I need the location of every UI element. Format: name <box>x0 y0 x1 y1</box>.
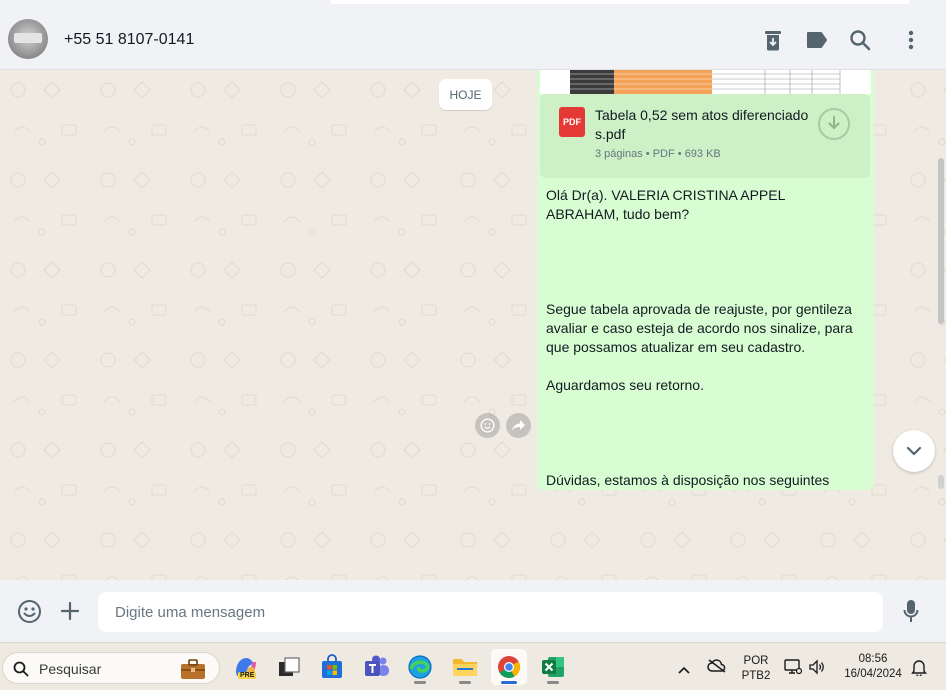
date-divider: HOJE <box>439 79 492 110</box>
label-icon[interactable] <box>804 27 830 53</box>
archive-icon[interactable] <box>760 27 786 53</box>
taskbar-file-explorer[interactable] <box>447 649 483 685</box>
cloud-off-icon <box>707 659 726 673</box>
edge-icon <box>408 655 432 679</box>
onedrive-offline-button[interactable] <box>707 658 727 679</box>
taskbar-teams[interactable] <box>359 649 395 685</box>
language-code: POR <box>743 655 769 667</box>
document-file-name: Tabela 0,52 sem atos diferenciado s.pdf <box>595 107 809 142</box>
message-text-greeting: Olá Dr(a). VALERIA CRISTINA APPEL ABRAHA… <box>546 187 785 222</box>
download-button[interactable] <box>818 108 850 140</box>
briefcase-icon <box>181 659 205 679</box>
window-top-strip <box>0 0 946 10</box>
document-pages: 3 páginas <box>595 148 643 160</box>
chat-scrollbar-thumb[interactable] <box>938 158 944 324</box>
microphone-icon <box>903 600 919 622</box>
message-text-table: Segue tabela aprovada de reajuste, por g… <box>546 301 853 355</box>
voice-message-button[interactable] <box>898 598 924 624</box>
teams-icon <box>365 655 389 676</box>
taskbar-copilot[interactable]: PRE <box>227 649 263 685</box>
chevron-up-icon <box>678 666 690 674</box>
bell-icon <box>911 660 927 678</box>
document-type: PDF <box>652 148 675 160</box>
emoji-button[interactable] <box>16 598 42 624</box>
excel-icon <box>542 657 564 677</box>
react-button[interactable] <box>475 413 500 438</box>
forward-icon <box>512 420 525 431</box>
taskbar-chrome[interactable] <box>491 649 527 685</box>
copilot-preview-badge: PRE <box>238 672 257 679</box>
scroll-to-bottom-button[interactable] <box>893 430 935 472</box>
document-meta: 3 páginas • PDF • 693 KB <box>595 148 721 160</box>
chat-header[interactable]: +55 51 8107-0141 <box>0 10 946 70</box>
plus-icon <box>60 601 80 621</box>
clock-time: 08:56 <box>858 653 888 665</box>
attach-button[interactable] <box>57 598 83 624</box>
emoji-reaction-icon <box>480 418 495 433</box>
keyboard-layout: PTB2 <box>741 670 771 682</box>
document-attachment[interactable]: PDF Tabela 0,52 sem atos diferenciado s.… <box>540 94 870 178</box>
clock-date: 16/04/2024 <box>844 668 902 680</box>
notifications-button[interactable] <box>911 658 927 681</box>
forward-button[interactable] <box>506 413 531 438</box>
message-text-waiting: Aguardamos seu retorno. <box>546 377 704 393</box>
volume-button[interactable] <box>808 658 826 681</box>
network-button[interactable] <box>784 658 803 681</box>
search-icon[interactable] <box>847 27 873 53</box>
pdf-file-icon: PDF <box>559 107 585 137</box>
clock[interactable]: 08:56 16/04/2024 <box>836 652 910 682</box>
chevron-down-icon <box>906 446 922 456</box>
taskbar-task-view[interactable] <box>271 649 307 685</box>
store-icon <box>322 654 342 678</box>
windows-taskbar: Pesquisar PRE POR PTB2 08:56 16/04/2024 <box>0 642 946 690</box>
contact-name[interactable]: +55 51 8107-0141 <box>64 31 194 49</box>
speaker-icon <box>809 659 824 675</box>
taskbar-search-label: Pesquisar <box>39 661 102 677</box>
menu-icon[interactable] <box>898 27 924 53</box>
contact-avatar[interactable] <box>8 19 48 59</box>
message-text-questions: Dúvidas, estamos à disposição nos seguin… <box>546 472 830 488</box>
show-hidden-icons-button[interactable] <box>678 661 690 679</box>
chrome-icon <box>498 656 520 678</box>
chat-scrollbar-end[interactable] <box>938 475 944 489</box>
taskbar-search-box[interactable]: Pesquisar <box>2 652 220 684</box>
search-icon <box>13 661 29 677</box>
taskbar-excel[interactable] <box>535 649 571 685</box>
message-input[interactable] <box>98 592 883 632</box>
taskbar-store[interactable] <box>314 649 350 685</box>
document-size: 693 KB <box>684 148 721 160</box>
document-thumbnail[interactable] <box>540 70 871 94</box>
folder-icon <box>453 659 477 676</box>
language-indicator[interactable]: POR PTB2 <box>736 654 776 684</box>
download-icon <box>828 116 840 129</box>
taskbar-edge[interactable] <box>402 649 438 685</box>
task-view-icon <box>279 657 300 676</box>
compose-bar <box>0 580 946 642</box>
network-icon <box>784 659 803 675</box>
emoji-icon <box>17 599 41 623</box>
chat-area[interactable]: HOJE PDF Tabela 0,52 sem atos diferencia… <box>0 70 946 580</box>
